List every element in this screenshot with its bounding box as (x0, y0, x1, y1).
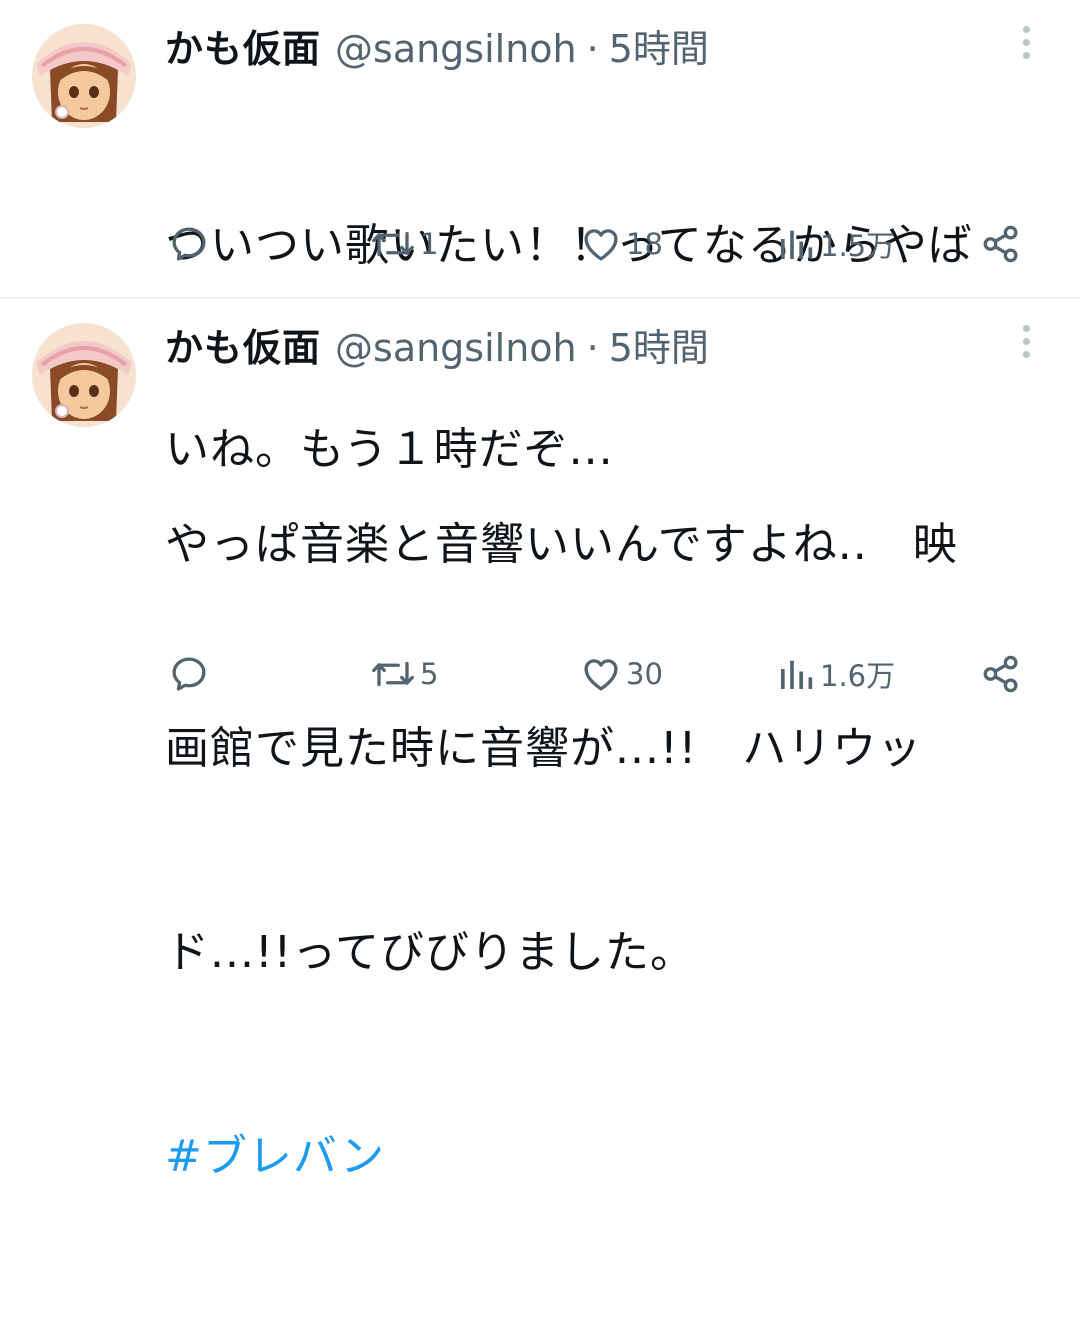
views-icon (781, 660, 813, 689)
like-button[interactable]: 18 (580, 214, 663, 274)
avatar-image (32, 24, 136, 128)
like-count: 30 (626, 657, 663, 691)
views-button[interactable]: 1.6万 (776, 644, 895, 704)
tweet-text-line: やっぱ音楽と音響いいんですよね.. 映 (165, 519, 958, 570)
retweet-icon (372, 661, 414, 687)
tweet[interactable]: かも仮面 @sangsilnoh · 5時間 やっぱ音楽と音響いいんですよね..… (0, 299, 1080, 1182)
reply-button[interactable] (168, 214, 214, 274)
more-icon[interactable] (1014, 26, 1038, 66)
avatar[interactable] (32, 24, 136, 128)
separator-dot: · (586, 326, 599, 370)
retweet-button[interactable]: 1 (370, 214, 438, 274)
separator-dot: · (586, 27, 599, 71)
like-button[interactable]: 30 (580, 644, 663, 704)
like-icon (584, 659, 618, 691)
retweet-button[interactable]: 5 (370, 644, 438, 704)
tweet-text-line: ド...!!ってびびりました。 (165, 927, 696, 978)
avatar[interactable] (32, 323, 136, 427)
timestamp[interactable]: 5時間 (609, 18, 709, 73)
author-handle[interactable]: @sangsilnoh (335, 27, 577, 71)
retweet-icon (372, 231, 414, 257)
retweet-count: 5 (420, 657, 439, 691)
retweet-count: 1 (420, 227, 439, 261)
more-icon[interactable] (1014, 325, 1038, 365)
tweet-header: かも仮面 @sangsilnoh · 5時間 (165, 18, 709, 73)
reply-icon (172, 657, 206, 691)
views-count: 1.5万 (820, 229, 896, 263)
reply-button[interactable] (168, 644, 214, 704)
share-icon (983, 225, 1018, 263)
author-name[interactable]: かも仮面 (165, 317, 321, 372)
tweet-text-line: 画館で見た時に音響が...!! ハリウッ (165, 723, 923, 774)
author-name[interactable]: かも仮面 (165, 18, 321, 73)
avatar-image (32, 323, 136, 427)
author-handle[interactable]: @sangsilnoh (335, 326, 577, 370)
action-bar: 5 30 1.6万 (0, 644, 1080, 704)
tweet-text: やっぱ音楽と音響いいんですよね.. 映 画館で見た時に音響が...!! ハリウッ… (165, 375, 1045, 1327)
views-count: 1.6万 (820, 659, 896, 693)
timestamp[interactable]: 5時間 (609, 317, 709, 372)
share-button[interactable] (980, 214, 1022, 274)
hashtag-link[interactable]: #ブレバン (165, 1123, 1045, 1191)
tweet[interactable]: かも仮面 @sangsilnoh · 5時間 ついつい歌いたい！！ってなるからや… (0, 0, 1080, 475)
views-button[interactable]: 1.5万 (776, 214, 895, 274)
share-icon (983, 655, 1018, 693)
share-button[interactable] (980, 644, 1022, 704)
tweet-header: かも仮面 @sangsilnoh · 5時間 (165, 317, 709, 372)
like-count: 18 (626, 227, 663, 261)
action-bar: 1 18 1.5万 (0, 214, 1080, 274)
reply-icon (172, 227, 206, 261)
views-icon (781, 230, 813, 259)
like-icon (584, 229, 618, 261)
